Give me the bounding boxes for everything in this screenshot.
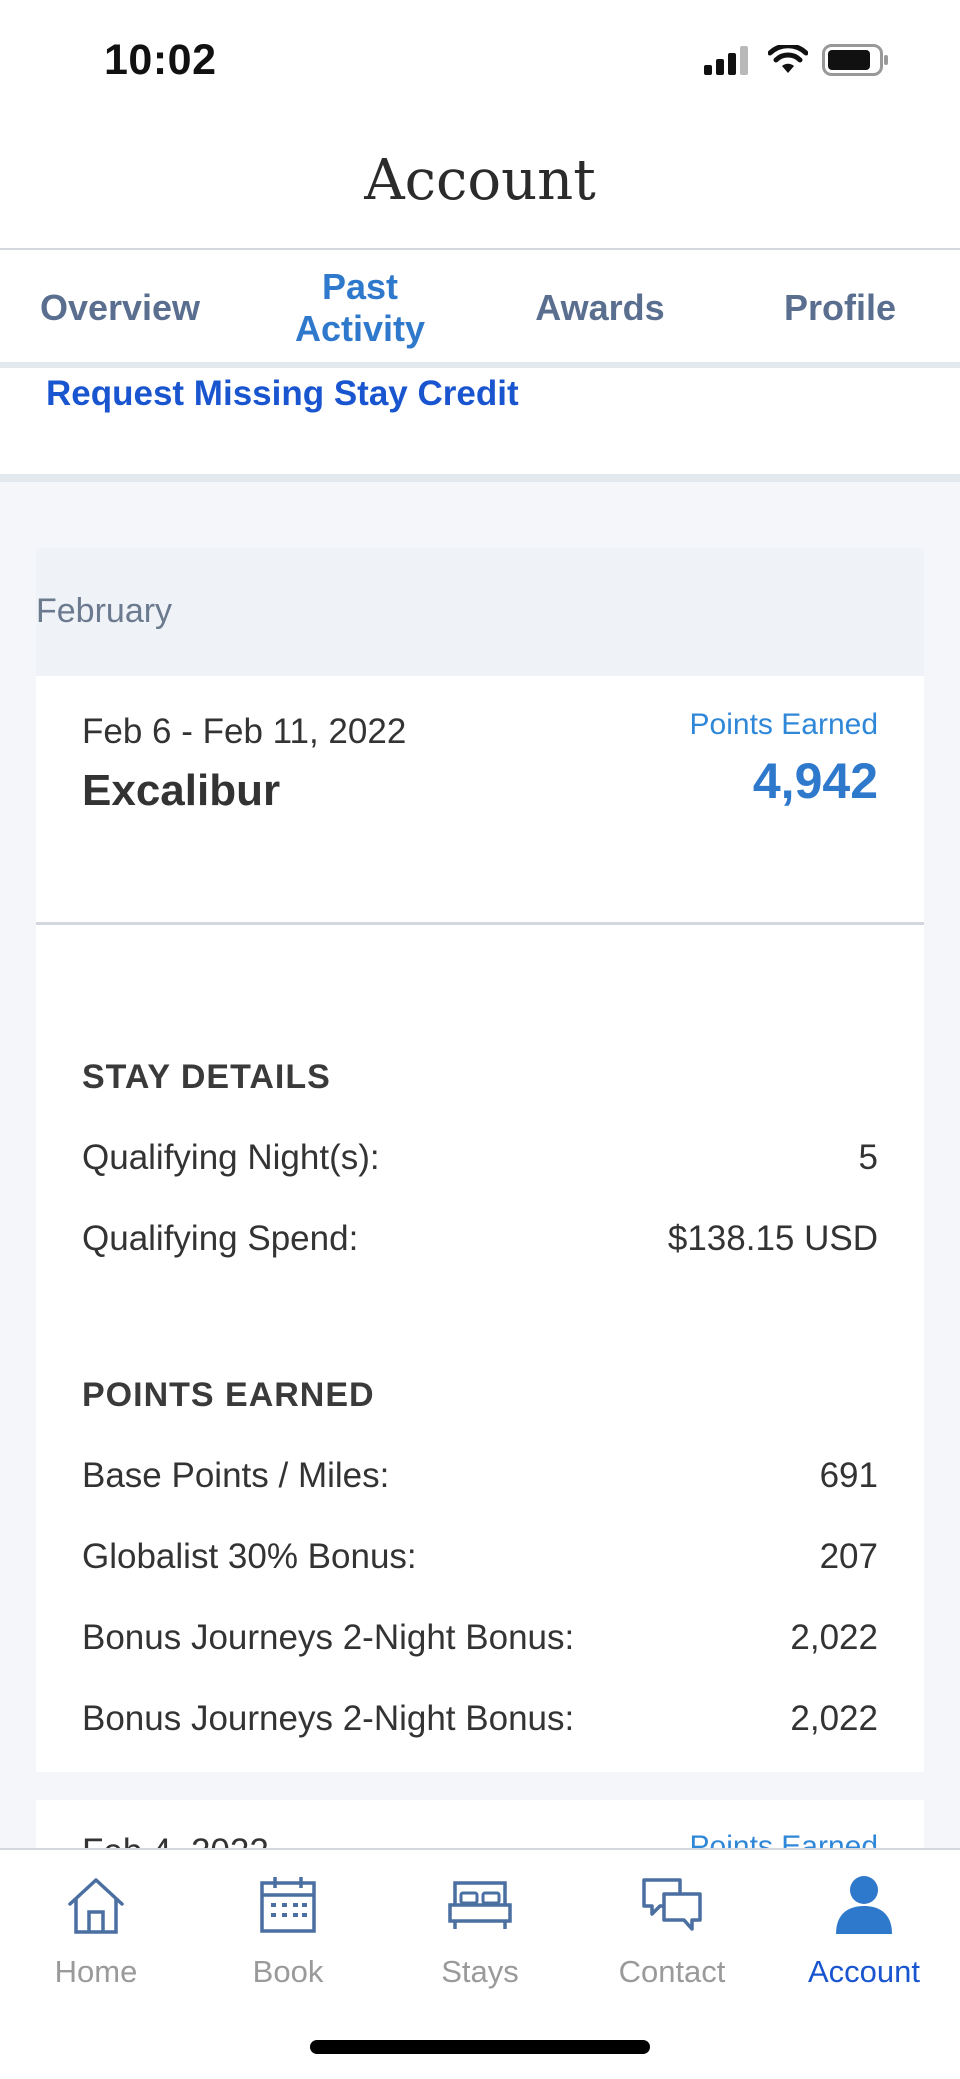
wifi-icon <box>767 43 809 80</box>
nav-account[interactable]: Account <box>768 1870 960 2010</box>
points-earned-value: 4,942 <box>752 753 878 809</box>
nav-book[interactable]: Book <box>192 1870 384 2010</box>
chat-bubbles-icon <box>637 1870 707 1940</box>
stay-dates: Feb 6 - Feb 11, 2022 <box>82 712 407 751</box>
nav-home[interactable]: Home <box>0 1870 192 2010</box>
tabs-divider <box>0 362 960 368</box>
battery-icon <box>822 44 890 81</box>
stay-card[interactable]: Feb 4, 2022 Points Earned <box>36 1800 924 1850</box>
month-label: February <box>36 592 173 630</box>
status-bar: 10:02 <box>0 0 960 130</box>
status-time: 10:02 <box>104 36 217 84</box>
points-row-value: 207 <box>819 1537 878 1576</box>
nav-contact[interactable]: Contact <box>576 1870 768 2010</box>
tab-overview[interactable]: Overview <box>0 250 240 366</box>
points-row-value: 2,022 <box>790 1699 878 1738</box>
nav-stays[interactable]: Stays <box>384 1870 576 2010</box>
hotel-name: Excalibur <box>82 766 281 815</box>
tab-past-activity-label: Past Activity <box>294 266 426 349</box>
person-icon <box>829 1870 899 1940</box>
nav-label: Account <box>807 1954 920 1989</box>
detail-row-value: 5 <box>858 1138 878 1177</box>
page-title: Account <box>364 148 596 213</box>
detail-row-value: $138.15 USD <box>667 1219 878 1258</box>
bed-icon <box>445 1870 515 1940</box>
section-divider <box>0 474 960 482</box>
tab-bar: Overview Past Activity Awards Profile <box>0 250 960 368</box>
activity-list[interactable]: February Feb 6 - Feb 11, 2022 Excalibur … <box>0 482 960 1850</box>
points-row-value: 2,022 <box>790 1618 878 1657</box>
home-indicator[interactable] <box>310 2040 650 2054</box>
request-missing-stay-credit-link[interactable]: Request Missing Stay Credit <box>46 374 519 414</box>
calendar-icon <box>253 1870 323 1940</box>
points-earned-label: Points Earned <box>689 1830 878 1850</box>
points-row-label: Bonus Journeys 2-Night Bonus: <box>82 1618 575 1657</box>
detail-row-label: Qualifying Spend: <box>82 1219 359 1258</box>
tab-profile[interactable]: Profile <box>720 250 960 366</box>
stay-card[interactable]: Feb 6 - Feb 11, 2022 Excalibur Points Ea… <box>36 676 924 1772</box>
bottom-nav: Home Book Stays Contact Account <box>0 1848 960 2079</box>
tab-past-activity[interactable]: Past Activity <box>240 250 480 368</box>
points-row-label: Globalist 30% Bonus: <box>82 1537 417 1576</box>
nav-label: Stays <box>441 1954 519 1989</box>
points-row-label: Bonus Journeys 2-Night Bonus: <box>82 1699 575 1738</box>
home-icon <box>61 1870 131 1940</box>
stay-details-heading: STAY DETAILS <box>82 1058 331 1096</box>
month-header: February <box>36 548 924 676</box>
card-divider <box>36 922 924 925</box>
nav-label: Book <box>252 1954 324 1989</box>
nav-label: Home <box>54 1954 138 1989</box>
points-row-label: Base Points / Miles: <box>82 1456 390 1495</box>
tab-awards[interactable]: Awards <box>480 250 720 366</box>
points-earned-heading: POINTS EARNED <box>82 1376 375 1414</box>
detail-row-label: Qualifying Night(s): <box>82 1138 380 1177</box>
header: Account <box>0 130 960 250</box>
points-row-value: 691 <box>819 1456 878 1495</box>
nav-label: Contact <box>618 1954 726 1989</box>
points-earned-label: Points Earned <box>689 708 878 741</box>
status-icons <box>704 43 890 81</box>
cellular-signal-icon <box>704 45 754 80</box>
